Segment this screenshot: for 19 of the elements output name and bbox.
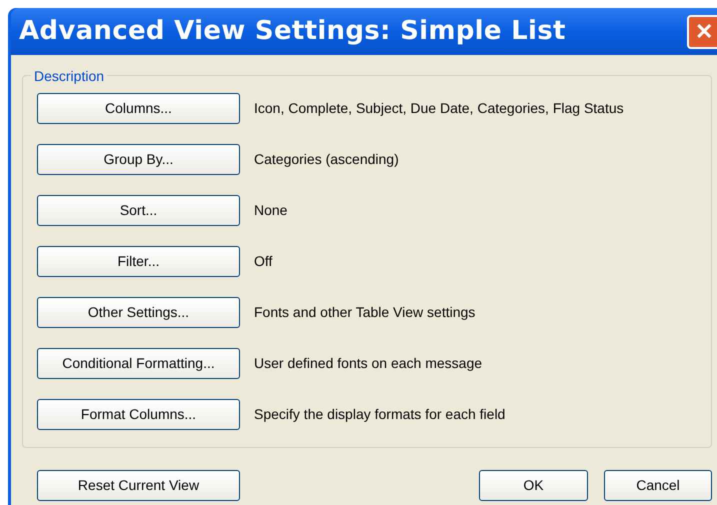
setting-value: Off bbox=[254, 252, 272, 271]
setting-value: Specify the display formats for each field bbox=[254, 405, 506, 424]
setting-value: Icon, Complete, Subject, Due Date, Categories, Flag Status bbox=[254, 99, 624, 118]
cancel-button[interactable]: Cancel bbox=[604, 470, 712, 501]
window-title: Advanced View Settings: Simple List bbox=[18, 15, 566, 48]
reset-button[interactable]: Reset Current View bbox=[37, 470, 240, 501]
settings-button[interactable]: Sort... bbox=[37, 195, 240, 226]
close-button[interactable]: ✕ bbox=[687, 14, 717, 48]
ok-button[interactable]: OK bbox=[479, 470, 588, 501]
setting-value: Categories (ascending) bbox=[254, 150, 399, 169]
settings-button[interactable]: Columns... bbox=[37, 93, 240, 124]
settings-button[interactable]: Conditional Formatting... bbox=[37, 348, 240, 379]
setting-value: None bbox=[254, 201, 288, 220]
settings-button[interactable]: Format Columns... bbox=[37, 399, 240, 430]
setting-value: Fonts and other Table View settings bbox=[254, 303, 476, 322]
settings-button[interactable]: Other Settings... bbox=[37, 297, 240, 328]
settings-button[interactable]: Group By... bbox=[37, 144, 240, 175]
setting-value: User defined fonts on each message bbox=[254, 354, 482, 373]
settings-button[interactable]: Filter... bbox=[37, 246, 240, 277]
